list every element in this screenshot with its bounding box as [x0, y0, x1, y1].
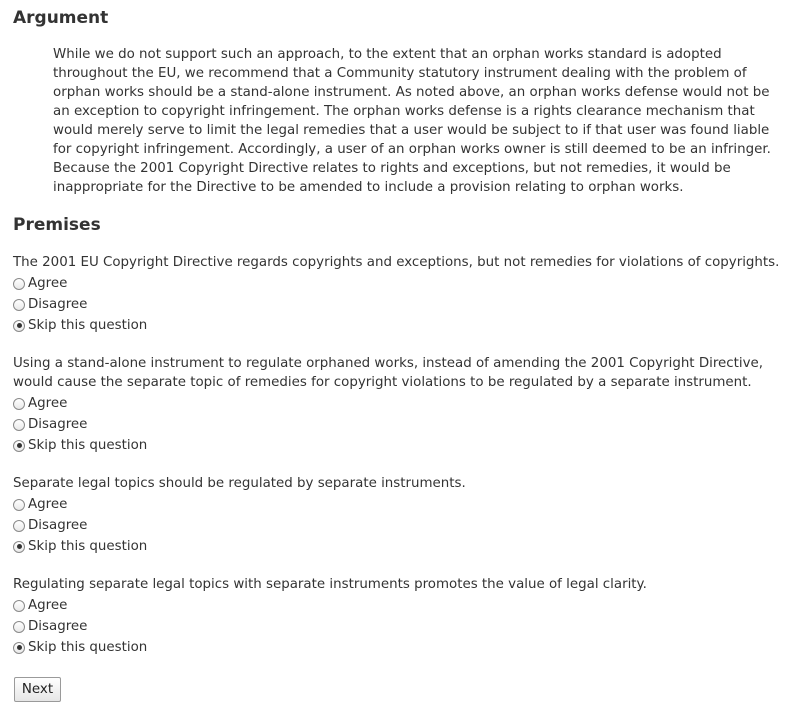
premise-question-4: Regulating separate legal topics with se… — [13, 575, 785, 658]
option-agree[interactable]: Agree — [13, 494, 785, 515]
option-label: Disagree — [28, 417, 88, 432]
radio-button[interactable] — [13, 599, 25, 612]
radio-button[interactable] — [13, 498, 25, 511]
argument-heading: Argument — [13, 8, 109, 28]
next-button[interactable]: Next — [14, 677, 61, 702]
option-label: Disagree — [28, 619, 88, 634]
option-label: Agree — [28, 598, 68, 613]
option-label: Agree — [28, 497, 68, 512]
radio-button[interactable] — [13, 319, 25, 332]
option-disagree[interactable]: Disagree — [13, 616, 785, 637]
premise-text: Separate legal topics should be regulate… — [13, 476, 466, 491]
option-label: Disagree — [28, 518, 88, 533]
option-agree[interactable]: Agree — [13, 393, 785, 414]
premise-text: The 2001 EU Copyright Directive regards … — [13, 255, 780, 270]
radio-button[interactable] — [13, 439, 25, 452]
premise-text: Using a stand-alone instrument to regula… — [13, 356, 764, 390]
option-skip[interactable]: Skip this question — [13, 315, 785, 336]
option-skip[interactable]: Skip this question — [13, 637, 785, 658]
option-agree[interactable]: Agree — [13, 273, 785, 294]
radio-button[interactable] — [13, 641, 25, 654]
radio-button[interactable] — [13, 298, 25, 311]
option-skip[interactable]: Skip this question — [13, 536, 785, 557]
premise-text: Regulating separate legal topics with se… — [13, 577, 647, 592]
radio-button[interactable] — [13, 519, 25, 532]
premises-heading: Premises — [13, 215, 101, 235]
radio-button[interactable] — [13, 277, 25, 290]
option-label: Skip this question — [28, 318, 148, 333]
option-label: Agree — [28, 396, 68, 411]
option-disagree[interactable]: Disagree — [13, 515, 785, 536]
option-disagree[interactable]: Disagree — [13, 414, 785, 435]
option-label: Skip this question — [28, 539, 148, 554]
premise-question-3: Separate legal topics should be regulate… — [13, 474, 785, 557]
radio-button[interactable] — [13, 540, 25, 553]
option-skip[interactable]: Skip this question — [13, 435, 785, 456]
radio-button[interactable] — [13, 620, 25, 633]
argument-text: While we do not support such an approach… — [53, 47, 771, 195]
premise-question-1: The 2001 EU Copyright Directive regards … — [13, 253, 785, 336]
option-label: Skip this question — [28, 438, 148, 453]
option-label: Agree — [28, 276, 68, 291]
option-label: Skip this question — [28, 640, 148, 655]
option-disagree[interactable]: Disagree — [13, 294, 785, 315]
radio-button[interactable] — [13, 418, 25, 431]
radio-button[interactable] — [13, 397, 25, 410]
option-label: Disagree — [28, 297, 88, 312]
option-agree[interactable]: Agree — [13, 595, 785, 616]
premise-question-2: Using a stand-alone instrument to regula… — [13, 354, 785, 456]
